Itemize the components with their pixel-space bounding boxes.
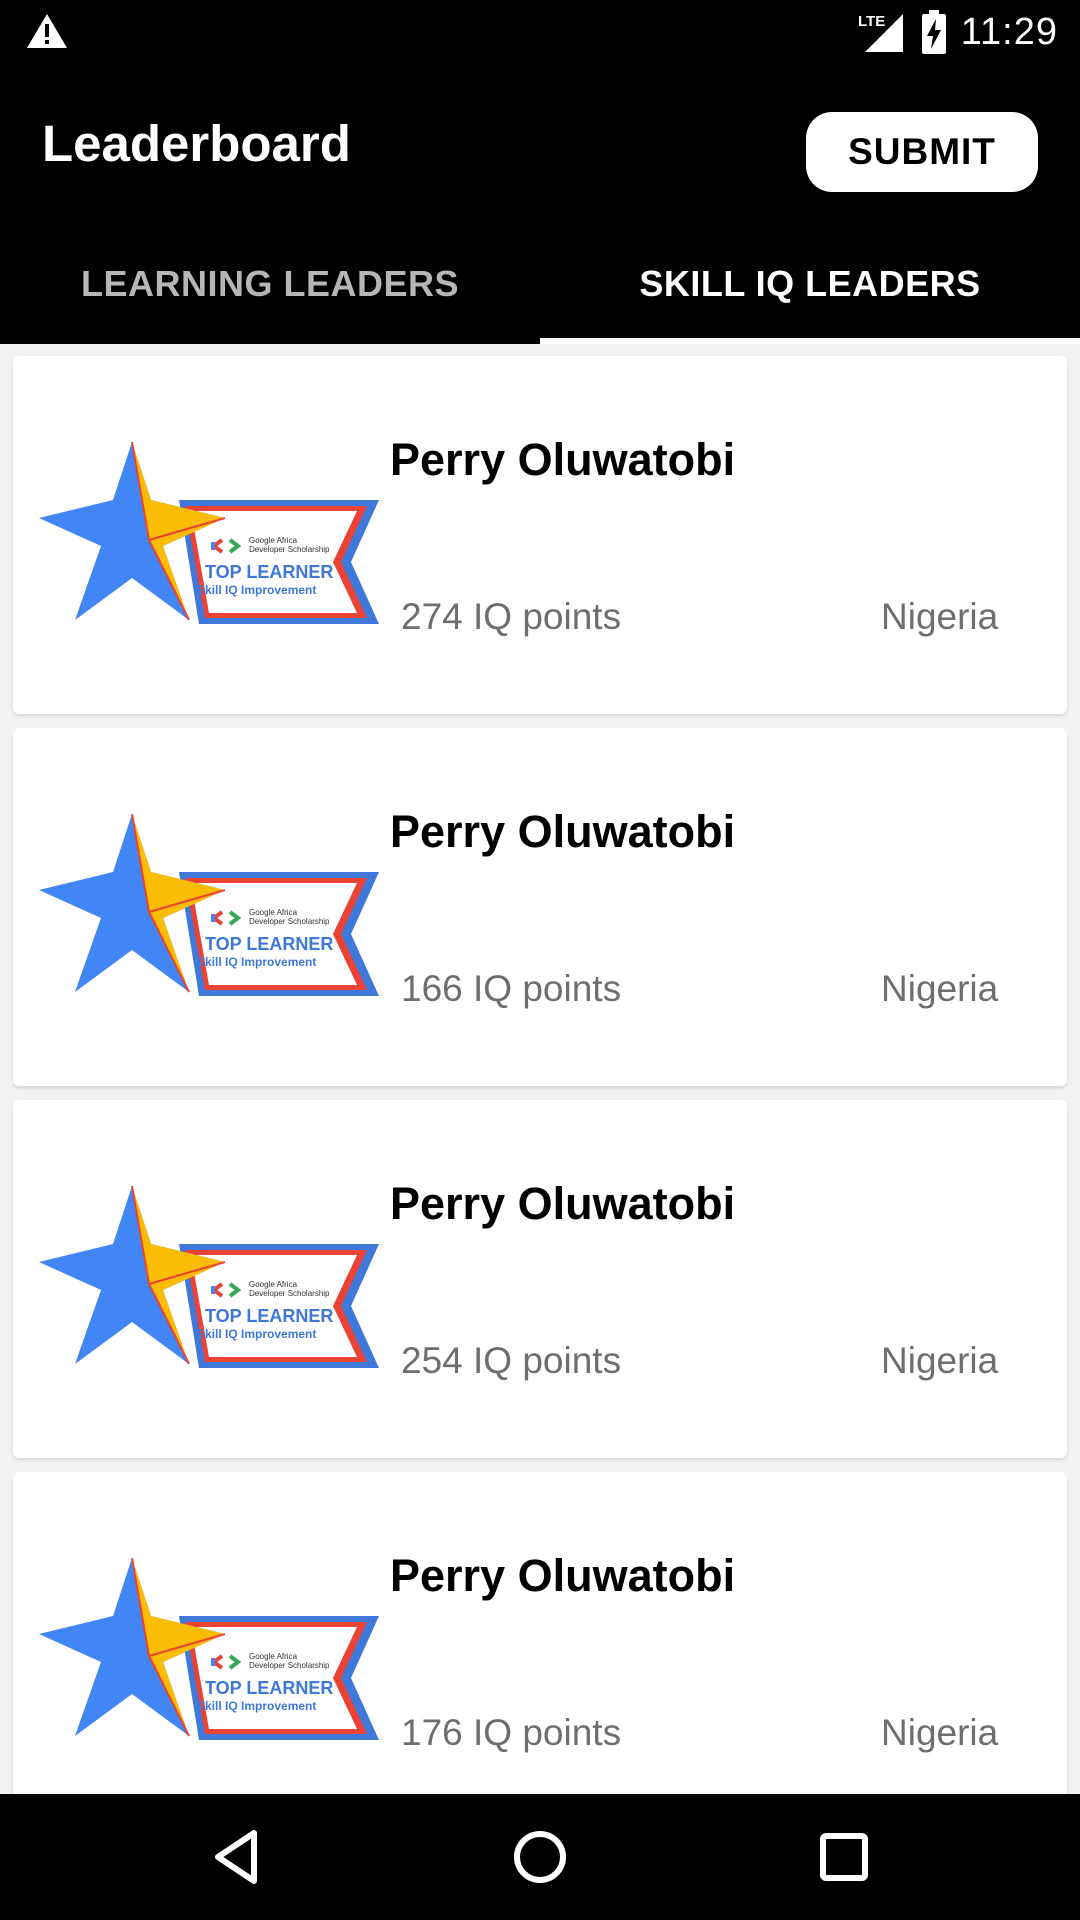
badge-title: TOP LEARNER <box>205 1678 333 1698</box>
leader-name: Perry Oluwatobi <box>390 806 736 857</box>
leader-list[interactable]: Google Africa Developer Scholarship TOP … <box>0 344 1080 1794</box>
leader-score: 254 IQ points <box>401 1340 622 1381</box>
leader-name: Perry Oluwatobi <box>390 434 736 485</box>
badge-subtitle: Skill IQ Improvement <box>197 583 316 597</box>
back-icon[interactable] <box>206 1827 266 1887</box>
network-type-label: LTE <box>858 13 885 30</box>
recents-icon[interactable] <box>814 1827 874 1887</box>
home-icon[interactable] <box>510 1827 570 1887</box>
leader-card[interactable]: Google Africa Developer Scholarship TOP … <box>13 1472 1067 1794</box>
tab-label: LEARNING LEADERS <box>80 263 460 304</box>
badge-title: TOP LEARNER <box>205 1306 333 1326</box>
battery-charging-icon <box>921 10 946 54</box>
warning-icon <box>27 14 67 48</box>
leader-card[interactable]: Google Africa Developer Scholarship TOP … <box>13 1100 1067 1458</box>
submit-button[interactable]: SUBMIT <box>806 112 1038 192</box>
status-bar: LTE 11:29 <box>0 0 1080 64</box>
badge-org-line1: Google Africa <box>249 908 298 917</box>
tab-learning-leaders[interactable]: LEARNING LEADERS <box>0 224 540 344</box>
status-time: 11:29 <box>960 10 1058 53</box>
top-learner-badge-icon: Google Africa Developer Scholarship TOP … <box>39 814 379 996</box>
system-nav-bar <box>0 1794 1080 1920</box>
leader-name: Perry Oluwatobi <box>390 1550 736 1601</box>
badge-org-line2: Developer Scholarship <box>249 1661 330 1670</box>
tab-bar: LEARNING LEADERS SKILL IQ LEADERS <box>0 224 1080 344</box>
badge-subtitle: Skill IQ Improvement <box>197 955 316 969</box>
leader-country: Nigeria <box>881 1340 999 1381</box>
badge-org-line2: Developer Scholarship <box>249 1289 330 1298</box>
tab-skill-iq-leaders[interactable]: SKILL IQ LEADERS <box>540 224 1080 344</box>
badge-title: TOP LEARNER <box>205 562 333 582</box>
leader-name: Perry Oluwatobi <box>390 1178 736 1229</box>
badge-org-line1: Google Africa <box>249 1652 298 1661</box>
top-learner-badge-icon: Google Africa Developer Scholarship TOP … <box>39 1186 379 1368</box>
badge-subtitle: Skill IQ Improvement <box>197 1327 316 1341</box>
badge-title: TOP LEARNER <box>205 934 333 954</box>
badge-org-line2: Developer Scholarship <box>249 545 330 554</box>
leader-country: Nigeria <box>881 596 999 637</box>
badge-org-line2: Developer Scholarship <box>249 917 330 926</box>
page-title: Leaderboard <box>42 115 351 172</box>
badge-subtitle: Skill IQ Improvement <box>197 1699 316 1713</box>
leader-score: 166 IQ points <box>401 968 622 1009</box>
leader-score: 176 IQ points <box>401 1712 622 1753</box>
leader-card[interactable]: Google Africa Developer Scholarship TOP … <box>13 728 1067 1086</box>
badge-org-line1: Google Africa <box>249 1280 298 1289</box>
leader-score: 274 IQ points <box>401 596 622 637</box>
leader-card[interactable]: Google Africa Developer Scholarship TOP … <box>13 356 1067 714</box>
leader-country: Nigeria <box>881 968 999 1009</box>
leader-country: Nigeria <box>881 1712 999 1753</box>
signal-icon: LTE <box>858 13 903 52</box>
badge-org-line1: Google Africa <box>249 536 298 545</box>
top-learner-badge-icon: Google Africa Developer Scholarship TOP … <box>39 1558 379 1740</box>
leaderboard-screen: LTE 11:29 Leaderboard SUBMIT LEARNING LE… <box>0 0 1080 1920</box>
app-bar: Leaderboard SUBMIT LEARNING LEADERS SKIL… <box>0 64 1080 344</box>
top-learner-badge-icon: Google Africa Developer Scholarship TOP … <box>39 442 379 624</box>
tab-label: SKILL IQ LEADERS <box>639 263 981 304</box>
status-right-group: LTE 11:29 <box>857 0 1058 64</box>
